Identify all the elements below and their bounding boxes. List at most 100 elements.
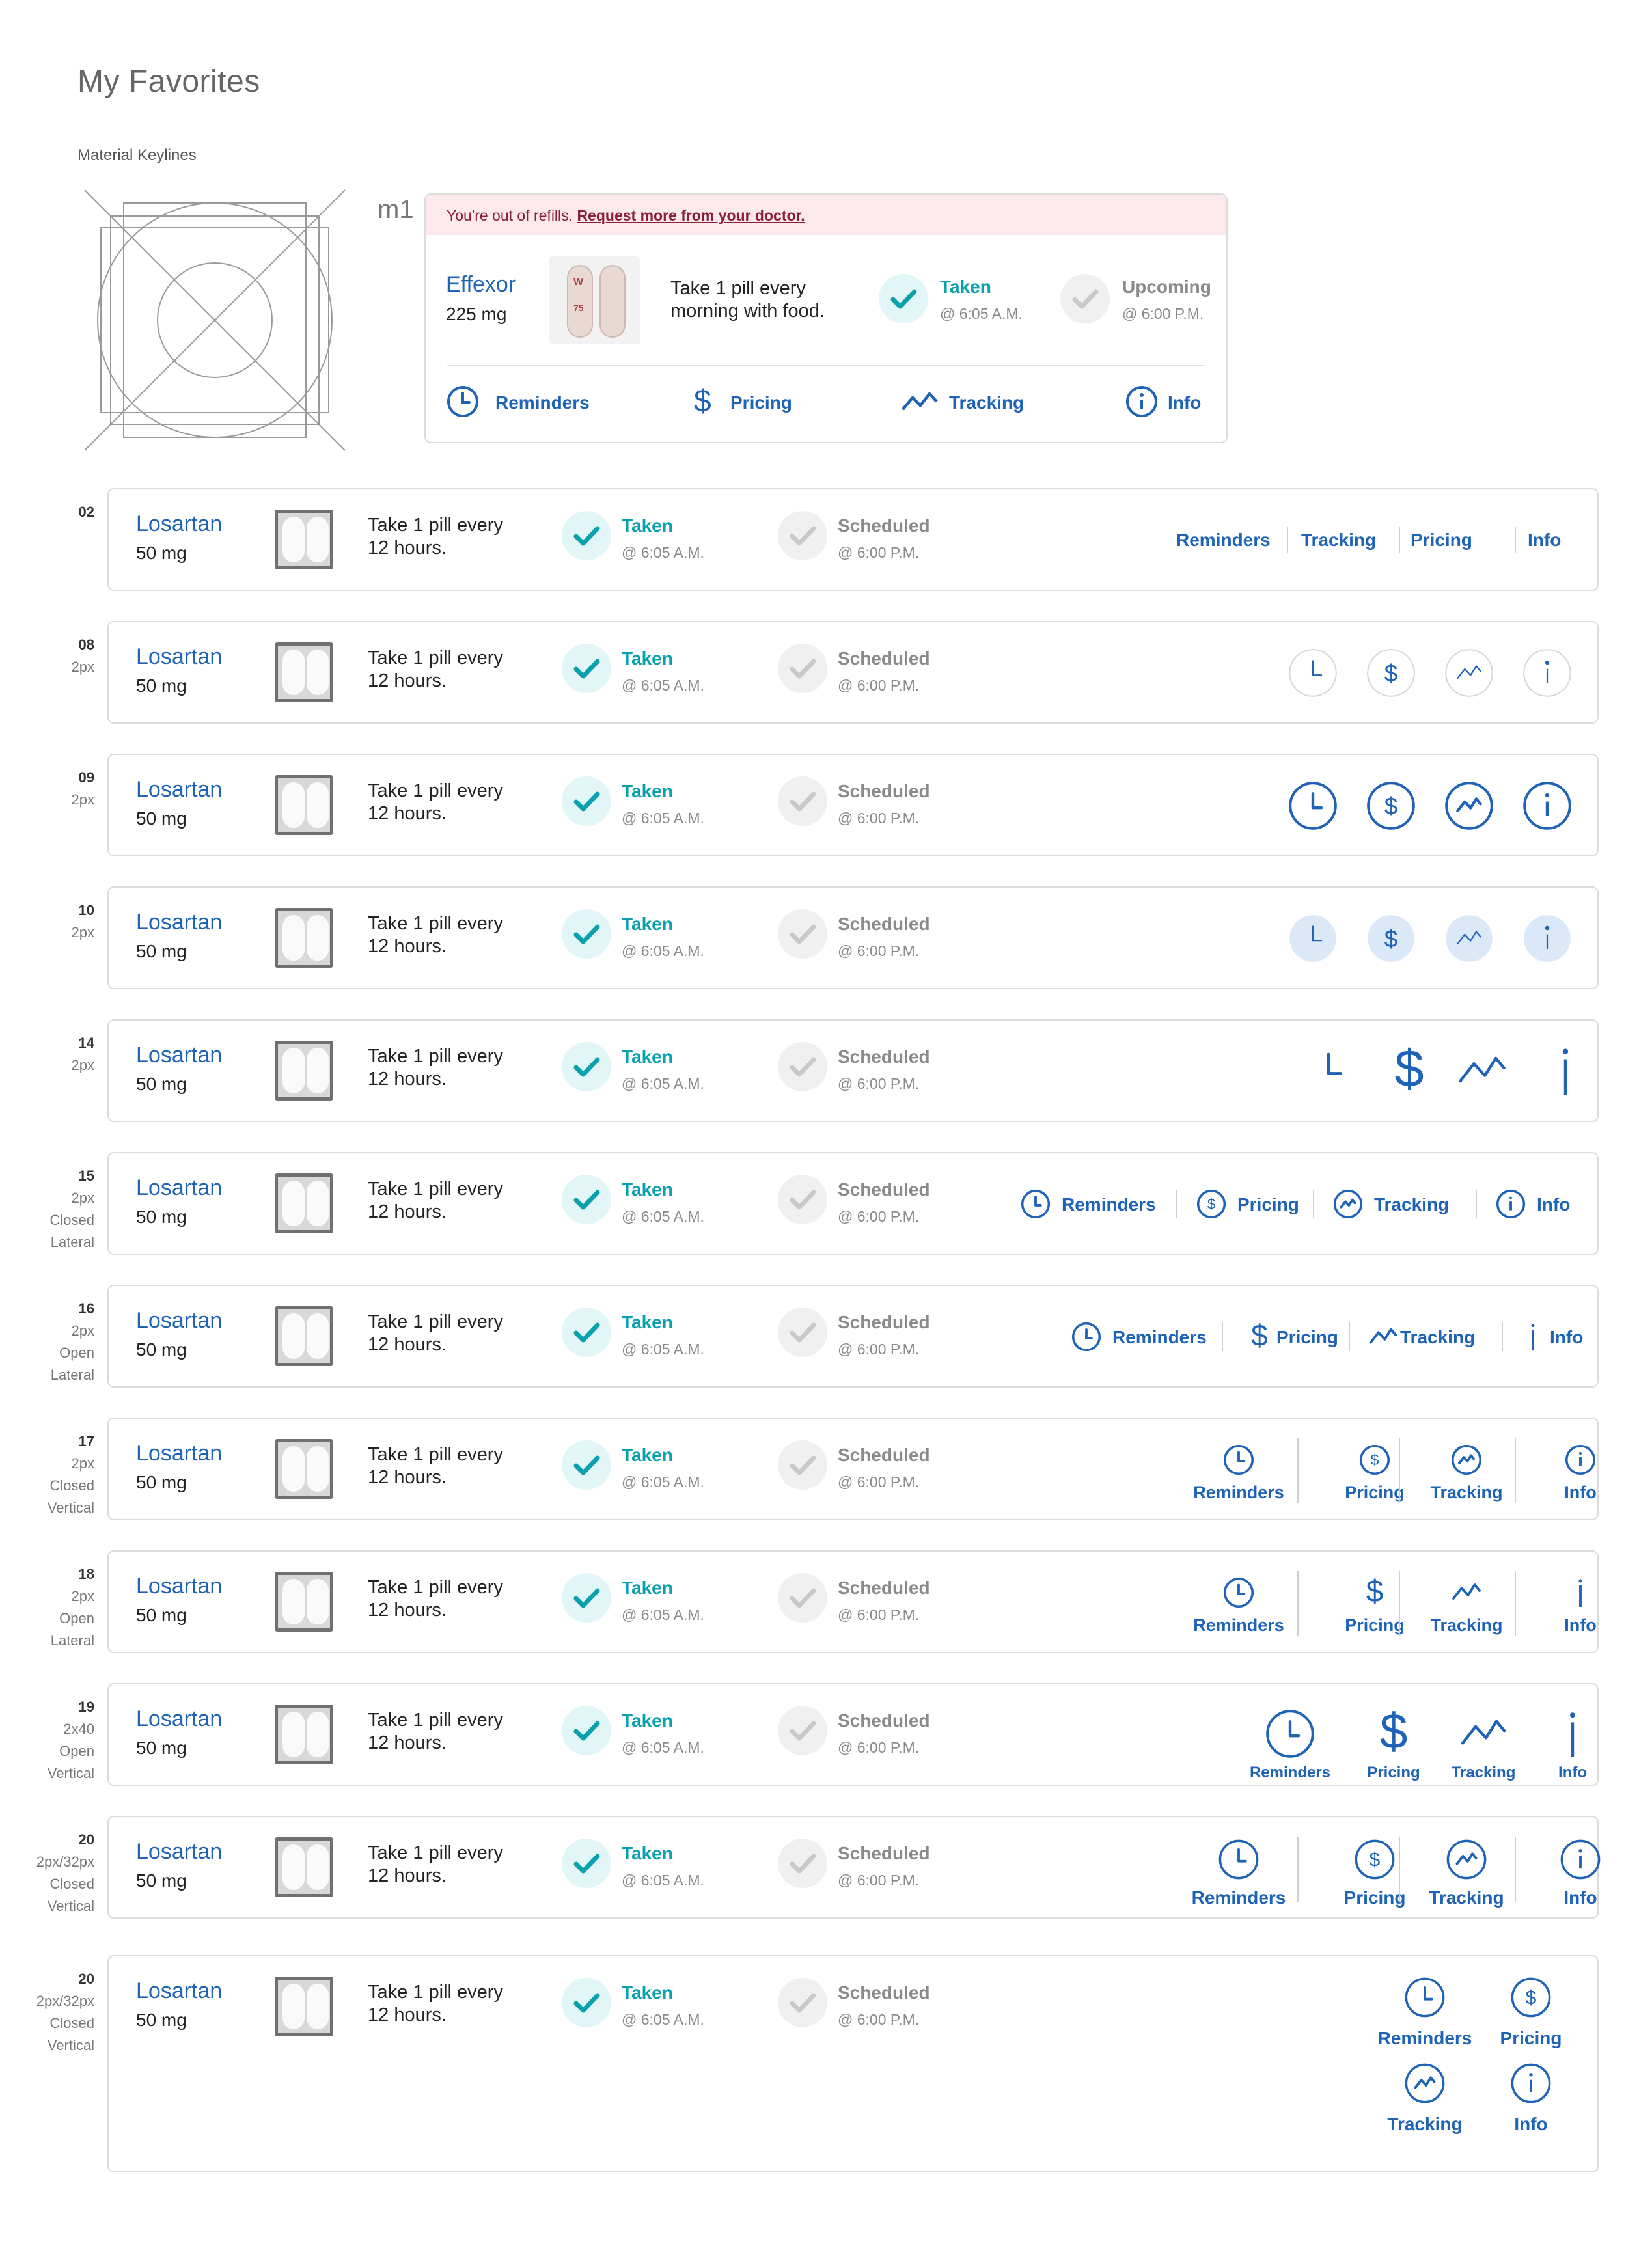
scheduled-check-icon (778, 1573, 827, 1623)
tracking-button[interactable]: Tracking (1368, 1321, 1498, 1352)
reminders-button[interactable]: Reminders (1371, 1976, 1478, 2054)
divider (1399, 1837, 1400, 1902)
reminders-button[interactable]: Reminders (1190, 1431, 1287, 1509)
info-button[interactable]: Info (1528, 526, 1638, 555)
info-button[interactable]: Info (1495, 1188, 1580, 1220)
pricing-button[interactable]: $ Pricing (1326, 1563, 1424, 1641)
svg-text:75: 75 (573, 303, 584, 313)
med-name[interactable]: Losartan (136, 1441, 222, 1466)
pricing-button[interactable]: $ Pricing (1326, 1431, 1424, 1509)
reminders-button[interactable]: Reminders (1071, 1321, 1214, 1352)
tracking-button[interactable]: Tracking (1332, 1188, 1463, 1220)
tracking-button[interactable]: Tracking (1418, 1563, 1515, 1641)
taken-time: @ 6:05 A.M. (622, 1872, 704, 1889)
reminders-button[interactable] (1287, 647, 1339, 699)
pricing-button[interactable]: $ Pricing (1244, 1321, 1355, 1352)
trend-icon (1369, 1328, 1397, 1344)
info-button[interactable] (1538, 1044, 1593, 1099)
info-button[interactable]: Info (1532, 1563, 1629, 1641)
instructions: Take 1 pill every 12 hours. (368, 514, 503, 560)
instructions: Take 1 pill every 12 hours. (368, 1842, 503, 1887)
tracking-button[interactable] (1455, 1044, 1509, 1099)
trend-icon (1445, 649, 1493, 697)
tracking-button[interactable] (1443, 647, 1495, 699)
reminders-button[interactable] (1287, 912, 1339, 965)
med-name[interactable]: Losartan (136, 1979, 222, 2004)
tracking-button[interactable] (1443, 780, 1495, 832)
med-name[interactable]: Losartan (136, 1839, 222, 1865)
hero-info-button[interactable]: Info (1125, 385, 1216, 421)
reminders-button[interactable]: Reminders (1190, 1563, 1287, 1641)
tracking-button[interactable]: Tracking (1418, 1829, 1515, 1908)
info-button[interactable]: Info (1532, 1829, 1629, 1908)
reminders-button[interactable]: Reminders (1020, 1188, 1163, 1220)
hero-reminders-button[interactable]: Reminders (446, 385, 590, 421)
pricing-button[interactable]: $ (1365, 912, 1417, 965)
pricing-label: Pricing (1411, 530, 1472, 550)
taken-label: Taken (622, 1843, 673, 1863)
variant-number: 14 (78, 1035, 94, 1051)
med-dose: 50 mg (136, 1472, 187, 1492)
divider (1515, 1837, 1516, 1902)
info-button[interactable]: Info (1524, 1696, 1621, 1781)
pricing-button[interactable]: $ Pricing (1196, 1188, 1306, 1220)
divider (1297, 1571, 1299, 1636)
reminders-button[interactable] (1287, 780, 1339, 832)
hero-tracking-button[interactable]: Tracking (901, 385, 1044, 421)
pricing-button[interactable]: $ Pricing (1345, 1696, 1442, 1781)
request-refill-link[interactable]: Request more from your doctor. (577, 207, 805, 224)
pricing-button[interactable]: $ Pricing (1478, 1976, 1584, 2054)
reminders-button[interactable]: Reminders (1241, 1696, 1339, 1781)
info-button[interactable]: Info (1517, 1321, 1595, 1352)
scheduled-label: Scheduled (838, 1047, 930, 1067)
variant-label: 15 2px Closed Lateral (29, 1165, 94, 1254)
dollar-icon: $ (1367, 649, 1415, 697)
instructions: Take 1 pill every 12 hours. (368, 1045, 503, 1091)
variant-meta: 2px (71, 1322, 94, 1339)
med-name[interactable]: Losartan (136, 1043, 222, 1068)
tracking-button[interactable]: Tracking (1301, 526, 1412, 555)
pricing-button[interactable]: Pricing (1411, 526, 1521, 555)
trend-icon (1446, 1839, 1487, 1880)
med-name[interactable]: Losartan (136, 512, 222, 537)
info-icon (1126, 386, 1157, 417)
variant-meta: Vertical (47, 1765, 94, 1781)
tracking-button[interactable]: Tracking (1435, 1696, 1532, 1781)
reminders-button[interactable] (1301, 1044, 1356, 1099)
instruction-line-2: 12 hours. (368, 1069, 447, 1089)
pricing-button[interactable]: $ (1365, 647, 1417, 699)
pricing-button[interactable]: $ (1365, 780, 1417, 832)
med-name[interactable]: Losartan (136, 644, 222, 670)
info-button[interactable] (1521, 780, 1573, 832)
info-button[interactable] (1521, 912, 1573, 965)
dollar-icon: $ (694, 384, 711, 418)
med-name[interactable]: Losartan (136, 1308, 222, 1334)
upcoming-check-icon (1060, 274, 1110, 323)
med-name[interactable]: Effexor (446, 272, 516, 297)
reminders-button[interactable]: Reminders (1176, 526, 1287, 555)
variant-meta: Closed (49, 1212, 94, 1228)
med-name[interactable]: Losartan (136, 910, 222, 935)
instruction-line-1: Take 1 pill every (368, 1710, 503, 1731)
pricing-button[interactable]: $ (1382, 1044, 1437, 1099)
taken-label: Taken (622, 1312, 673, 1332)
info-button[interactable]: Info (1478, 2062, 1584, 2140)
med-name[interactable]: Losartan (136, 1574, 222, 1599)
info-button[interactable]: Info (1532, 1431, 1629, 1509)
taken-check-icon (562, 1839, 611, 1888)
tracking-label: Tracking (1387, 2114, 1463, 2134)
tracking-button[interactable]: Tracking (1371, 2062, 1478, 2140)
taken-time: @ 6:05 A.M. (622, 1341, 704, 1358)
med-name[interactable]: Losartan (136, 1175, 222, 1201)
hero-pricing-button[interactable]: $ Pricing (694, 384, 811, 421)
med-name[interactable]: Losartan (136, 1706, 222, 1732)
tracking-button[interactable]: Tracking (1418, 1431, 1515, 1509)
divider (1287, 527, 1288, 553)
info-button[interactable] (1521, 647, 1573, 699)
variant-meta: Vertical (47, 1500, 94, 1516)
pricing-button[interactable]: $ Pricing (1326, 1829, 1424, 1908)
reminders-button[interactable]: Reminders (1190, 1829, 1287, 1908)
tracking-button[interactable] (1443, 912, 1495, 965)
med-name[interactable]: Losartan (136, 777, 222, 802)
pill-icon (275, 908, 333, 968)
